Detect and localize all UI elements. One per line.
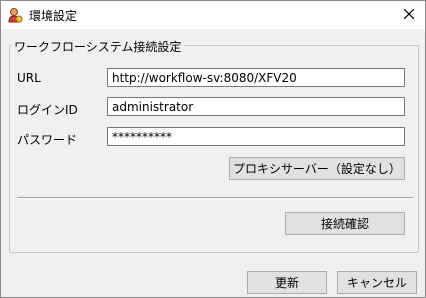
update-button[interactable]: 更新 — [247, 271, 327, 294]
login-id-field[interactable] — [107, 97, 405, 116]
settings-app-icon — [7, 7, 23, 23]
cancel-button[interactable]: キャンセル — [337, 271, 417, 294]
test-connection-button[interactable]: 接続確認 — [285, 212, 405, 235]
settings-dialog: 環境設定 ワークフローシステム接続設定 URL ログインID パスワード プロキ… — [0, 0, 426, 298]
password-label: パスワード — [17, 133, 78, 147]
proxy-server-button[interactable]: プロキシサーバー（設定なし） — [229, 157, 405, 180]
title-bar[interactable]: 環境設定 — [1, 1, 425, 29]
url-field[interactable] — [107, 68, 405, 87]
separator — [17, 197, 413, 199]
window-title: 環境設定 — [29, 9, 78, 23]
close-icon — [403, 8, 415, 22]
password-field[interactable] — [107, 127, 405, 146]
close-button[interactable] — [393, 1, 425, 29]
url-label: URL — [17, 71, 41, 85]
login-id-label: ログインID — [17, 103, 78, 117]
group-legend: ワークフローシステム接続設定 — [11, 38, 185, 55]
